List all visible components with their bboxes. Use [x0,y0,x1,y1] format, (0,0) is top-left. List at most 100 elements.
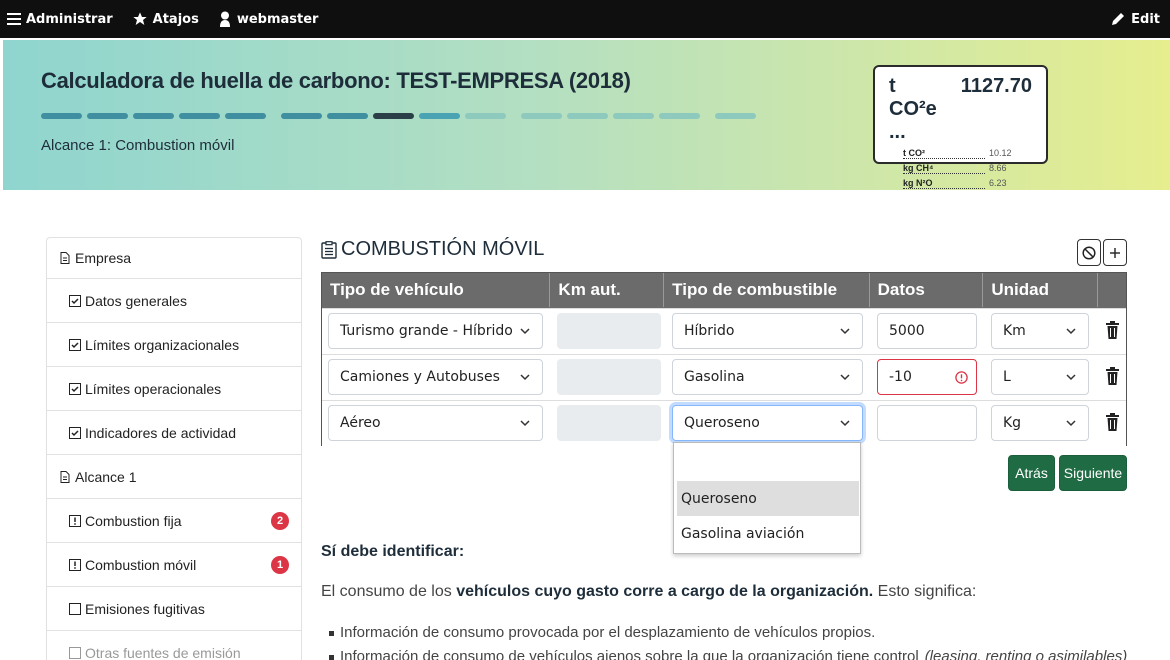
km-aut-field [557,359,661,395]
unit-select[interactable]: Kg [991,405,1089,441]
column-header: Datos [870,273,984,307]
atajos-menu[interactable]: Atajos [132,11,199,27]
chevron-down-icon [840,420,850,427]
unit-select[interactable]: Km [991,313,1089,349]
km-aut-field [557,313,661,349]
sidebar-item-datos-generales[interactable]: Datos generales [47,278,301,322]
table-row: Camiones y Autobuses Gasolina -10 L [322,354,1126,400]
table-row: Turismo grande - Híbrido Híbrido 5000 Km [322,308,1126,354]
error-circle-icon [955,371,968,384]
bullet-dot [329,631,334,636]
sidebar-item-empresa[interactable]: Empresa [47,238,301,278]
sidebar-item-label: Combustion móvil [85,556,197,573]
file-icon [60,470,70,483]
chevron-down-icon [840,328,850,335]
ch4-row-label: kg CH⁴ [903,163,985,174]
trash-icon[interactable] [1106,413,1119,431]
fuel-type-select[interactable]: Gasolina [672,359,863,395]
km-aut-field [557,405,661,441]
section-title: COMBUSTIÓN MÓVIL [321,238,544,261]
data-input[interactable]: -10 [877,359,977,395]
dropdown-option-queroseno[interactable]: Queroseno [677,481,859,516]
administrar-label: Administrar [26,11,113,27]
sidebar-item-label: Otras fuentes de emisión [85,644,241,660]
sidebar-item-label: Emisiones fugitivas [85,600,205,617]
chevron-down-icon [1066,328,1076,335]
administrar-menu[interactable]: Administrar [7,12,113,27]
sidebar-item-limites-operacionales[interactable]: Límites operacionales [47,366,301,410]
trash-icon[interactable] [1106,321,1119,339]
atajos-label: Atajos [152,11,199,27]
select-value: Queroseno [684,415,760,431]
plus-icon [1110,247,1120,258]
sidebar-item-label: Alcance 1 [75,468,137,485]
exclamation-square-icon [69,514,81,527]
sidebar-item-indicadores-actividad[interactable]: Indicadores de actividad [47,410,301,454]
trash-icon[interactable] [1106,367,1119,385]
progress-segment [281,113,322,119]
vehicle-type-select[interactable]: Camiones y Autobuses [328,359,543,395]
progress-segment [327,113,368,119]
user-menu[interactable]: webmaster [218,11,318,27]
check-square-icon [69,294,81,307]
clear-button[interactable] [1077,239,1101,266]
sidebar-item-alcance-1[interactable]: Alcance 1 [47,454,301,498]
sidebar-item-combustion-movil[interactable]: Combustion móvil 1 [47,542,301,586]
data-input[interactable] [877,405,977,441]
data-input[interactable]: 5000 [877,313,977,349]
edit-button[interactable]: Edit [1111,12,1160,27]
progress-segment [87,113,128,119]
next-button[interactable]: Siguiente [1059,455,1127,491]
info-paragraph: El consumo de los vehículos cuyo gasto c… [321,583,976,601]
exclamation-square-icon [69,558,81,571]
chevron-down-icon [520,328,530,335]
add-row-button[interactable] [1103,239,1127,266]
progress-segment [659,113,700,119]
progress-segment [715,113,756,119]
chevron-down-icon [520,420,530,427]
error-count-badge: 2 [271,511,289,530]
vehicle-table: Tipo de vehículo Km aut. Tipo de combust… [321,272,1127,446]
info-bullet: Información de consumo provocada por el … [329,624,875,641]
check-square-icon [69,338,81,351]
hero-banner: Calculadora de huella de carbono: TEST-E… [3,40,1170,190]
check-square-icon [69,382,81,395]
ch4-row-value: 8.66 [989,163,1007,173]
bullet-dot [329,655,334,660]
progress-gap [271,113,276,119]
dropdown-option-gasolina-aviacion[interactable]: Gasolina aviación [677,516,859,551]
sidebar-item-limites-organizacionales[interactable]: Límites organizacionales [47,322,301,366]
progress-segment [41,113,82,119]
progress-gap [511,113,516,119]
vehicle-type-select[interactable]: Turismo grande - Híbrido [328,313,543,349]
sidebar-item-emisiones-fugitivas[interactable]: Emisiones fugitivas [47,586,301,630]
chevron-down-icon [840,374,850,381]
page-subtitle: Alcance 1: Combustion móvil [41,137,235,154]
select-value: Km [1003,323,1026,339]
progress-segment [567,113,608,119]
fuel-type-select[interactable]: Queroseno [672,405,863,441]
select-value: Kg [1003,415,1022,431]
back-button[interactable]: Atrás [1008,455,1055,491]
co2-row-label: t CO² [903,148,985,159]
section-title-text: COMBUSTIÓN MÓVIL [341,238,545,260]
page-title: Calculadora de huella de carbono: TEST-E… [41,68,631,93]
select-value: Gasolina [684,369,745,385]
sidebar-item-combustion-fija[interactable]: Combustion fija 2 [47,498,301,542]
fuel-type-select[interactable]: Híbrido [672,313,863,349]
info-text: Esto significa: [873,583,977,600]
star-icon [132,12,147,25]
sidebar-nav: Empresa Datos generales Límites organiza… [46,237,302,660]
info-text-bold: vehículos cuyo gasto corre a cargo de la… [456,583,874,600]
co2-total-label: t CO²e ... [889,75,937,143]
admin-toolbar: Administrar Atajos webmaster Edit [0,0,1170,38]
unit-select[interactable]: L [991,359,1089,395]
sidebar-item-otras-fuentes[interactable]: Otras fuentes de emisión [47,630,301,660]
n2o-row: kg N²O 6.23 [903,178,1032,189]
dropdown-option-empty[interactable] [677,446,859,481]
user-icon [219,11,230,27]
vehicle-type-select[interactable]: Aéreo [328,405,543,441]
square-icon [69,646,81,659]
progress-segment [521,113,562,119]
bullet-text: Información de consumo provocada por el … [340,624,876,641]
